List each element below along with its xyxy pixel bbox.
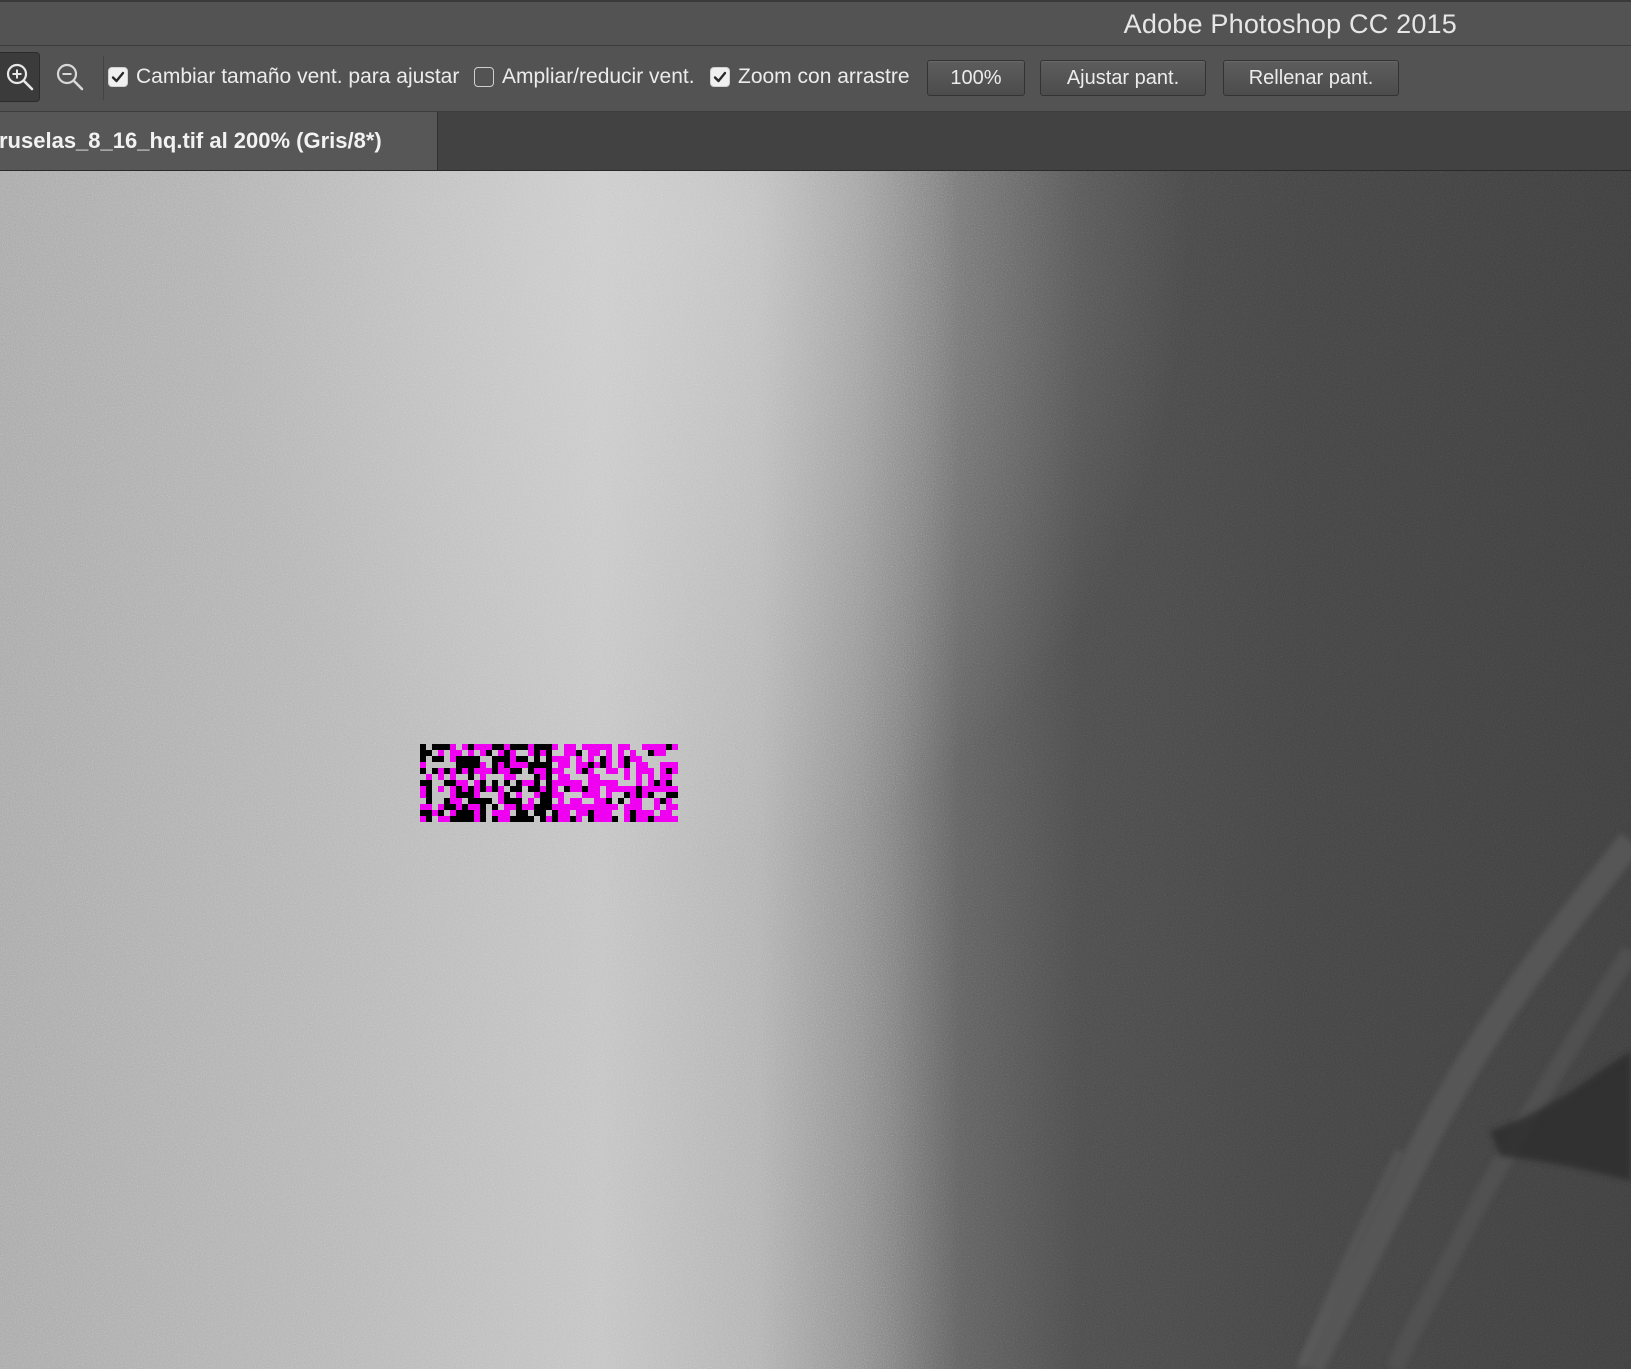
zoom-all-windows-option[interactable]: Ampliar/reducir vent. [474, 65, 695, 89]
branch-silhouette [1296, 832, 1631, 1369]
options-separator [103, 56, 104, 100]
document-tab-label: ruselas_8_16_hq.tif al 200% (Gris/8*) [0, 128, 382, 153]
photoshop-window: Adobe Photoshop CC 2015 Cambiar tamaño v… [0, 0, 1631, 1369]
zoom-out-button[interactable] [50, 52, 90, 102]
zoom-options-bar: Cambiar tamaño vent. para ajustar Amplia… [0, 46, 1631, 112]
scrubby-zoom-label: Zoom con arrastre [738, 65, 910, 88]
scrubby-zoom-option[interactable]: Zoom con arrastre [710, 65, 910, 89]
title-bar: Adobe Photoshop CC 2015 [0, 0, 1631, 46]
zoom-all-windows-checkbox[interactable] [474, 67, 494, 87]
pixel-artifact [420, 744, 678, 822]
resize-windows-label: Cambiar tamaño vent. para ajustar [136, 65, 460, 88]
zoom-in-icon [6, 63, 33, 91]
image-canvas[interactable] [0, 171, 1631, 1369]
app-title: Adobe Photoshop CC 2015 [1123, 9, 1457, 39]
fit-screen-button[interactable]: Ajustar pant. [1040, 60, 1206, 96]
actual-pixels-button[interactable]: 100% [927, 60, 1025, 96]
document-tab-bar: ruselas_8_16_hq.tif al 200% (Gris/8*) [0, 112, 1631, 171]
zoom-in-button[interactable] [0, 52, 40, 102]
resize-windows-option[interactable]: Cambiar tamaño vent. para ajustar [108, 65, 459, 89]
checkmark-icon [713, 71, 727, 83]
scrubby-zoom-checkbox[interactable] [710, 67, 730, 87]
fill-screen-button[interactable]: Rellenar pant. [1223, 60, 1399, 96]
document-tab[interactable]: ruselas_8_16_hq.tif al 200% (Gris/8*) [0, 112, 438, 170]
zoom-out-icon [56, 63, 84, 91]
checkmark-icon [111, 71, 125, 83]
resize-windows-checkbox[interactable] [108, 67, 128, 87]
zoom-all-windows-label: Ampliar/reducir vent. [502, 65, 695, 88]
